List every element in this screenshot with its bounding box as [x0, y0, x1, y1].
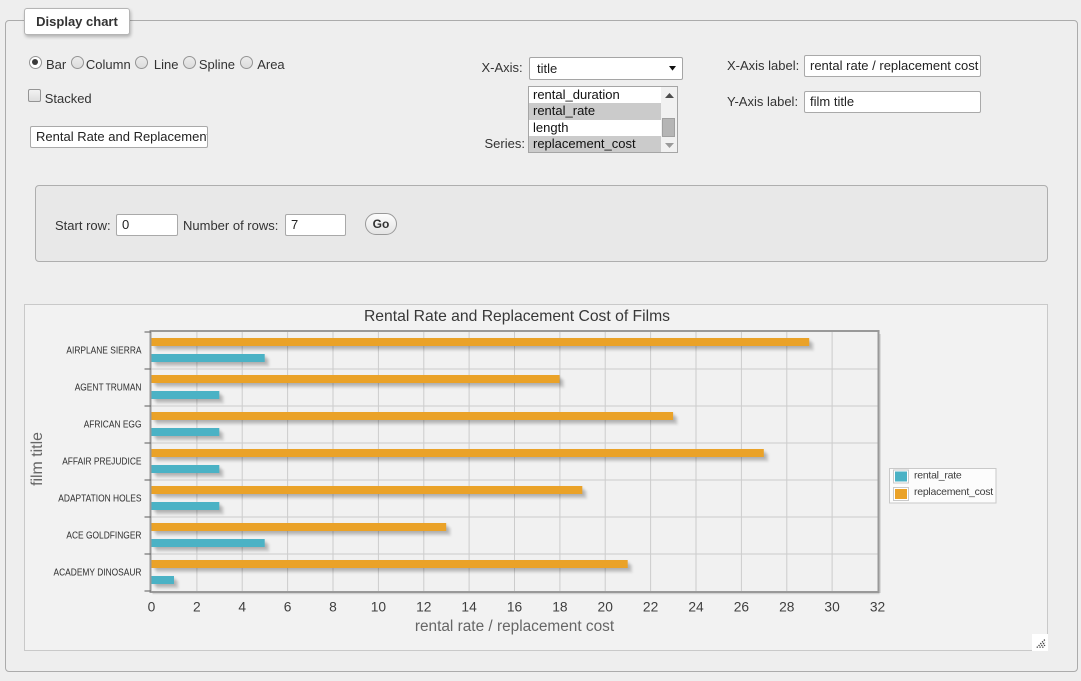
svg-text:replacement_cost: replacement_cost	[914, 486, 993, 498]
svg-text:ACADEMY DINOSAUR: ACADEMY DINOSAUR	[54, 568, 142, 579]
svg-text:2: 2	[193, 599, 201, 614]
svg-text:8: 8	[329, 599, 337, 614]
svg-text:6: 6	[284, 599, 292, 614]
svg-text:ACE GOLDFINGER: ACE GOLDFINGER	[66, 531, 141, 542]
svg-text:18: 18	[552, 599, 568, 614]
svg-text:10: 10	[371, 599, 387, 614]
svg-text:16: 16	[507, 599, 523, 614]
svg-text:ADAPTATION HOLES: ADAPTATION HOLES	[58, 494, 142, 505]
svg-text:32: 32	[870, 599, 885, 614]
svg-text:12: 12	[416, 599, 431, 614]
svg-text:4: 4	[238, 599, 246, 614]
svg-text:rental_rate: rental_rate	[914, 469, 962, 481]
svg-text:22: 22	[643, 599, 658, 614]
svg-text:AFFAIR PREJUDICE: AFFAIR PREJUDICE	[62, 457, 142, 468]
svg-text:rental rate / replacement cost: rental rate / replacement cost	[415, 618, 615, 635]
svg-text:14: 14	[461, 599, 477, 614]
svg-text:film title: film title	[29, 432, 46, 486]
svg-text:26: 26	[734, 599, 750, 614]
svg-text:30: 30	[824, 599, 840, 614]
svg-text:20: 20	[598, 599, 614, 614]
svg-text:AGENT TRUMAN: AGENT TRUMAN	[75, 383, 142, 394]
svg-text:AFRICAN EGG: AFRICAN EGG	[84, 420, 142, 431]
svg-text:AIRPLANE SIERRA: AIRPLANE SIERRA	[66, 346, 142, 357]
svg-text:0: 0	[148, 599, 156, 614]
svg-text:24: 24	[688, 599, 704, 614]
svg-text:28: 28	[779, 599, 795, 614]
svg-text:Rental Rate and Replacement Co: Rental Rate and Replacement Cost of Film…	[364, 308, 670, 325]
